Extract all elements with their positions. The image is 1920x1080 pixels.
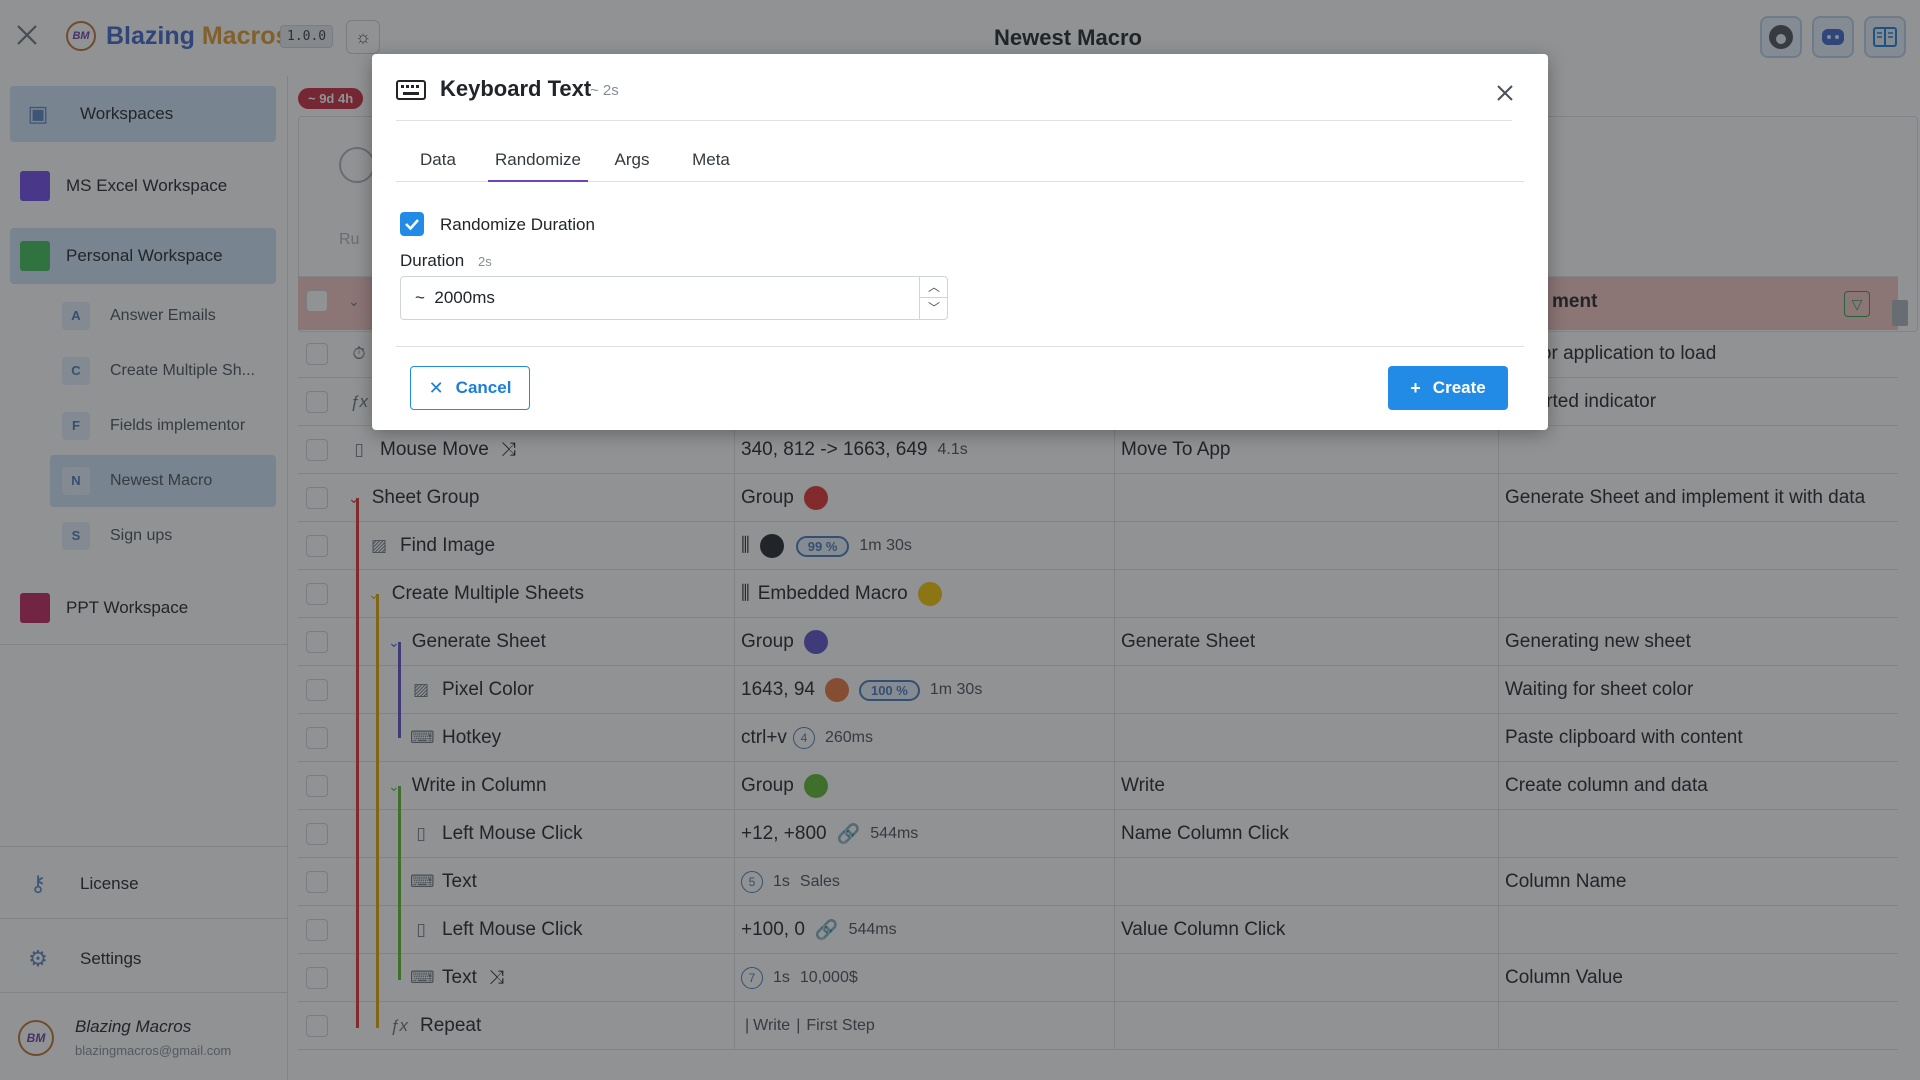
tab-args[interactable]: Args [600, 144, 664, 182]
divider [396, 120, 1512, 121]
create-button[interactable]: + Create [1388, 366, 1508, 410]
plus-icon: + [1410, 377, 1421, 398]
divider [396, 346, 1524, 347]
randomize-duration-label[interactable]: Randomize Duration [440, 215, 595, 235]
keyboard-text-dialog: Keyboard Text ~ 2s Data Randomize Args M… [372, 54, 1548, 430]
tab-meta[interactable]: Meta [676, 144, 746, 182]
randomize-duration-checkbox[interactable] [400, 212, 424, 236]
check-icon [405, 219, 419, 231]
duration-input[interactable]: ~ 2000ms ︿ ﹀ [400, 276, 948, 320]
close-icon[interactable] [1496, 84, 1514, 102]
duration-sub-label: 2s [478, 254, 492, 269]
cancel-button-label: Cancel [455, 378, 512, 397]
create-button-label: Create [1432, 378, 1486, 397]
duration-input-value[interactable]: ~ 2000ms [415, 288, 495, 308]
close-icon: ✕ [428, 377, 444, 398]
duration-stepper[interactable]: ︿ ﹀ [919, 277, 948, 319]
chevron-down-icon[interactable]: ﹀ [920, 298, 948, 319]
tab-data[interactable]: Data [396, 144, 480, 182]
dialog-duration-hint: ~ 2s [590, 82, 619, 99]
keyboard-icon [396, 80, 426, 100]
cancel-button[interactable]: ✕ Cancel [410, 366, 530, 410]
chevron-up-icon[interactable]: ︿ [920, 277, 948, 298]
dialog-tabs: Data Randomize Args Meta [396, 144, 1524, 182]
dialog-title: Keyboard Text [440, 76, 592, 101]
duration-label: Duration [400, 251, 465, 270]
tab-randomize[interactable]: Randomize [488, 144, 588, 182]
